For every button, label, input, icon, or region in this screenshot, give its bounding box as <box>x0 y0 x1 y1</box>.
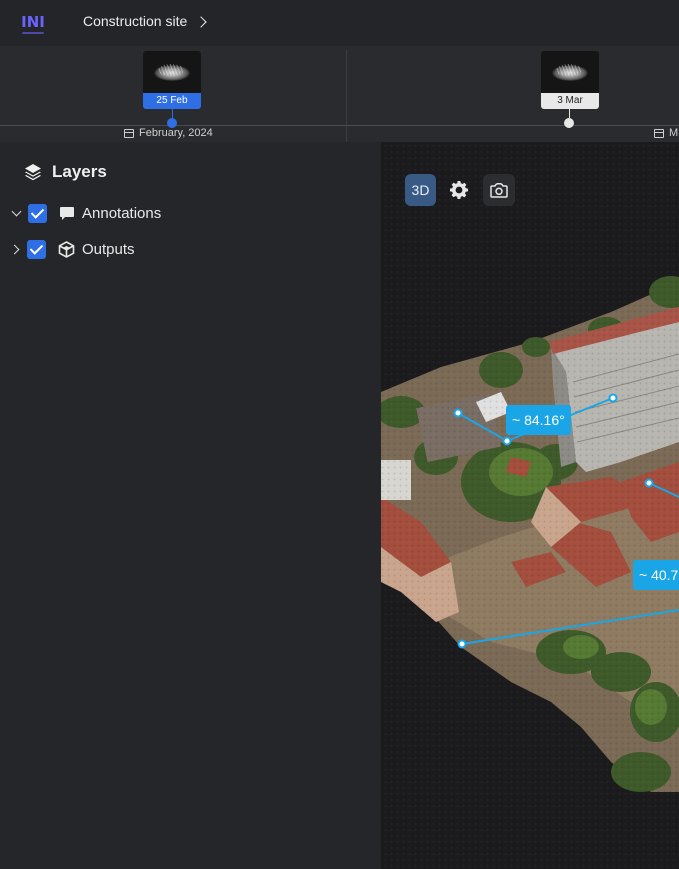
capture-date: 3 Mar <box>541 93 599 109</box>
layer-row-annotations[interactable]: Annotations <box>10 202 161 224</box>
month-label: February, 2024 <box>124 127 213 139</box>
3d-viewer[interactable]: ~ 84.16° ~ 40.79 3D <box>381 142 679 869</box>
screenshot-button[interactable] <box>483 174 515 206</box>
layers-panel: Layers Annotations Outputs <box>0 142 381 869</box>
timeline-marker[interactable] <box>564 118 574 128</box>
point-cloud-scene[interactable] <box>381 142 679 869</box>
capture-timeline: 25 Feb 3 Mar February, 2024 M <box>0 46 679 142</box>
comment-icon <box>59 206 75 221</box>
capture-thumbnail-active[interactable]: 25 Feb <box>143 51 201 109</box>
timeline-axis <box>0 125 679 126</box>
app-logo[interactable]: INI <box>18 10 48 34</box>
calendar-icon <box>124 128 134 138</box>
breadcrumb-project[interactable]: Construction site <box>83 13 187 29</box>
capture-date: 25 Feb <box>143 93 201 109</box>
gear-icon <box>450 181 468 199</box>
month-divider <box>346 50 347 142</box>
distance-measurement-label[interactable]: ~ 40.79 <box>633 560 679 590</box>
logo-text: INI <box>21 13 45 31</box>
top-bar: INI Construction site <box>0 0 679 46</box>
layers-title: Layers <box>52 162 107 181</box>
layers-icon <box>25 164 41 181</box>
month-label: M <box>654 127 678 139</box>
breadcrumb[interactable]: Construction site <box>83 13 207 29</box>
view-mode-3d-button[interactable]: 3D <box>405 174 436 206</box>
angle-measurement-label[interactable]: ~ 84.16° <box>506 405 571 435</box>
calendar-icon <box>654 128 664 138</box>
layer-checkbox[interactable] <box>27 239 46 259</box>
chevron-down-icon[interactable] <box>11 206 22 216</box>
layer-row-outputs[interactable]: Outputs <box>9 238 135 260</box>
cube-icon <box>58 240 75 258</box>
capture-thumbnail[interactable]: 3 Mar <box>541 51 599 109</box>
layer-label: Outputs <box>82 240 135 258</box>
chevron-right-icon[interactable] <box>9 244 20 254</box>
layer-checkbox[interactable] <box>28 203 47 223</box>
layers-header: Layers <box>24 162 107 182</box>
camera-icon <box>490 182 508 198</box>
settings-button[interactable] <box>445 174 473 206</box>
layer-label: Annotations <box>82 204 162 222</box>
chevron-right-icon[interactable] <box>195 15 207 28</box>
